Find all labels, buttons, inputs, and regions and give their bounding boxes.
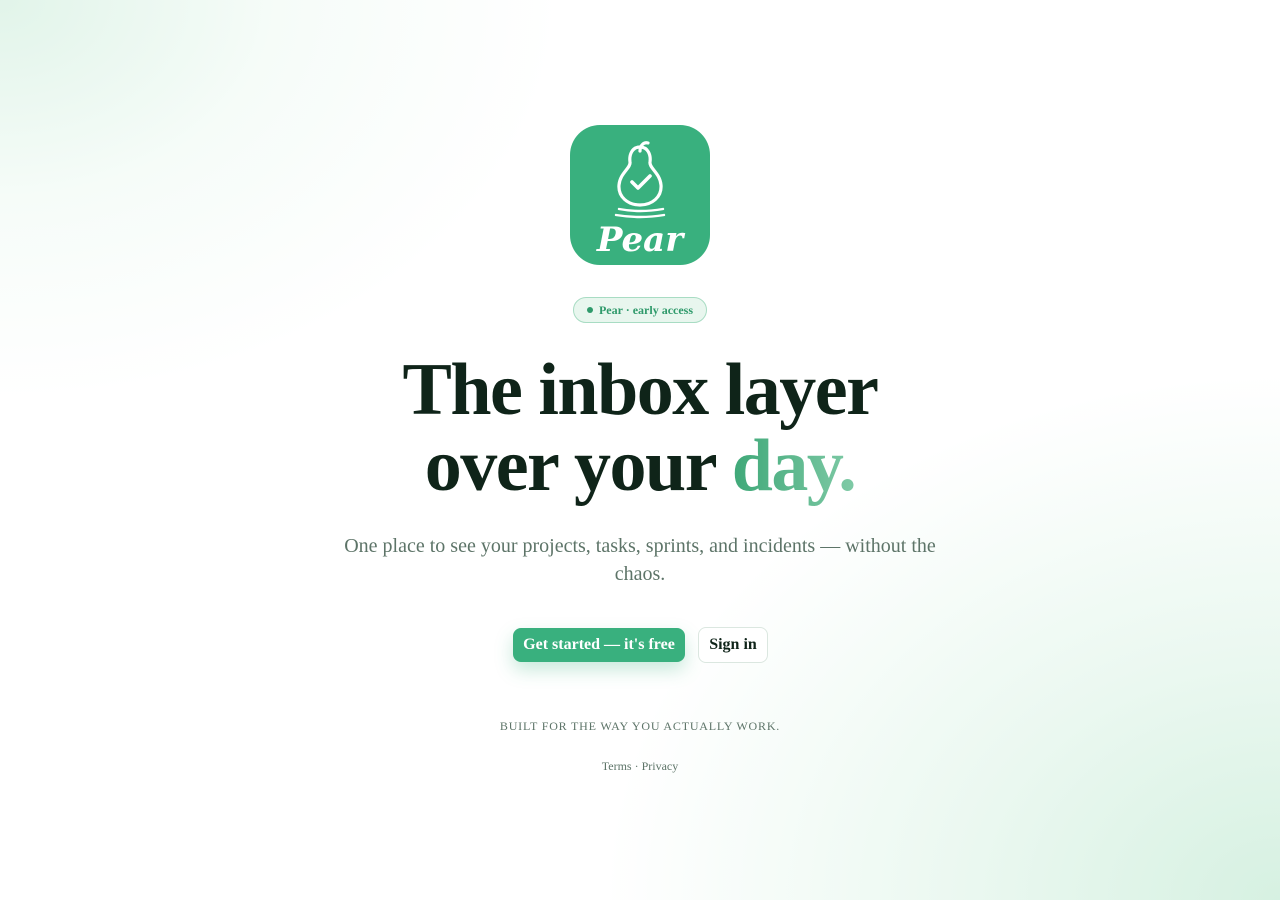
- terms-link[interactable]: Terms: [602, 759, 632, 773]
- sign-in-button[interactable]: Sign in: [698, 627, 768, 663]
- hero-headline: The inbox layer over your day.: [0, 352, 1280, 504]
- footer-links: Terms · Privacy: [0, 759, 1280, 774]
- status-dot: [586, 307, 593, 314]
- privacy-link[interactable]: Privacy: [642, 759, 679, 773]
- headline-line-1: The inbox layer: [402, 349, 879, 431]
- get-started-button[interactable]: Get started — it's free: [513, 628, 685, 662]
- early-access-badge: Pear · early access: [573, 297, 707, 323]
- svg-text:Pear: Pear: [596, 220, 685, 260]
- headline-accent-word: day.: [731, 425, 857, 507]
- pear-check-icon: Pear: [596, 141, 685, 260]
- badge-label: Pear · early access: [598, 303, 694, 317]
- headline-line-2-prefix: over your: [424, 425, 732, 507]
- tagline: BUILT FOR THE WAY YOU ACTUALLY WORK.: [499, 719, 781, 733]
- footer-separator: ·: [634, 759, 639, 773]
- app-logo: Pear: [570, 125, 710, 265]
- hero-subheading: One place to see your projects, tasks, s…: [344, 535, 936, 585]
